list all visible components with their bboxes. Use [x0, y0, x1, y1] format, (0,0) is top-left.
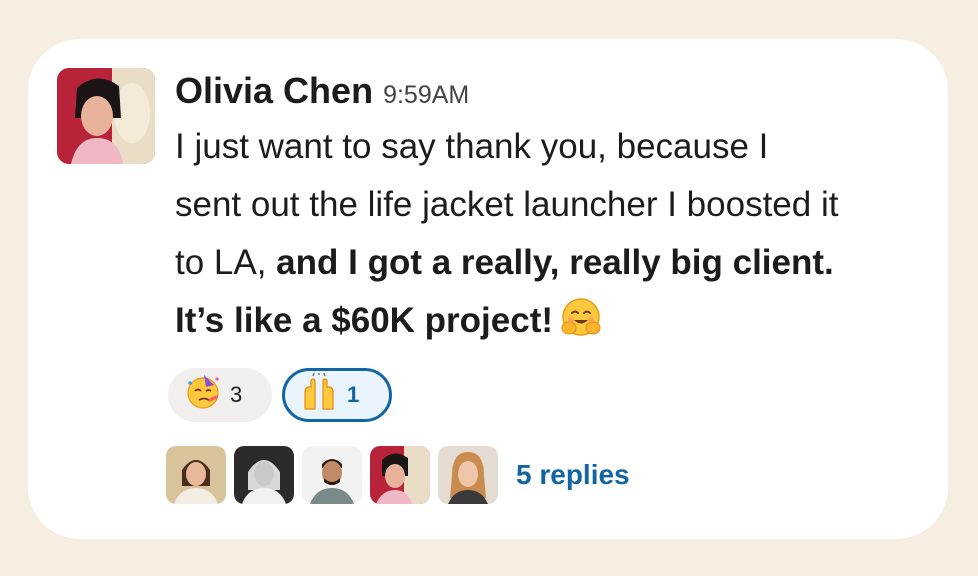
- reply-avatar: [302, 446, 362, 504]
- thread-replies[interactable]: 5 replies: [166, 446, 630, 504]
- reply-avatar: [438, 446, 498, 504]
- message-line-3: to LA, and I got a really, really big cl…: [175, 234, 935, 292]
- partying-face-emoji-icon: [184, 373, 222, 417]
- reaction-raising-hands[interactable]: 1: [282, 368, 392, 422]
- author-avatar[interactable]: [57, 68, 155, 164]
- reply-avatar: [166, 446, 226, 504]
- author-name[interactable]: Olivia Chen: [175, 70, 373, 111]
- message-header: Olivia Chen 9:59AM: [175, 70, 469, 112]
- reply-avatar: [234, 446, 294, 504]
- reaction-count: 3: [230, 382, 243, 407]
- reply-avatar: [370, 446, 430, 504]
- message-line-2: sent out the life jacket launcher I boos…: [175, 185, 839, 224]
- raising-hands-emoji-icon: [299, 372, 339, 417]
- replies-link[interactable]: 5 replies: [516, 459, 630, 491]
- hugging-face-emoji-icon: [559, 296, 603, 358]
- message-body: I just want to say thank you, because I …: [175, 118, 935, 358]
- message-line-3-plain: to LA,: [175, 243, 277, 282]
- message-timestamp[interactable]: 9:59AM: [383, 81, 469, 109]
- message-line-1: I just want to say thank you, because I: [175, 127, 769, 166]
- message-line-3-bold: and I got a really, really big client.: [276, 243, 834, 282]
- reaction-count: 1: [347, 382, 360, 407]
- reactions-bar: 3 1: [168, 368, 392, 422]
- message-line-4: It’s like a $60K project!: [175, 292, 935, 358]
- reaction-partying-face[interactable]: 3: [168, 368, 272, 422]
- message-line-4-bold: It’s like a $60K project!: [175, 301, 554, 340]
